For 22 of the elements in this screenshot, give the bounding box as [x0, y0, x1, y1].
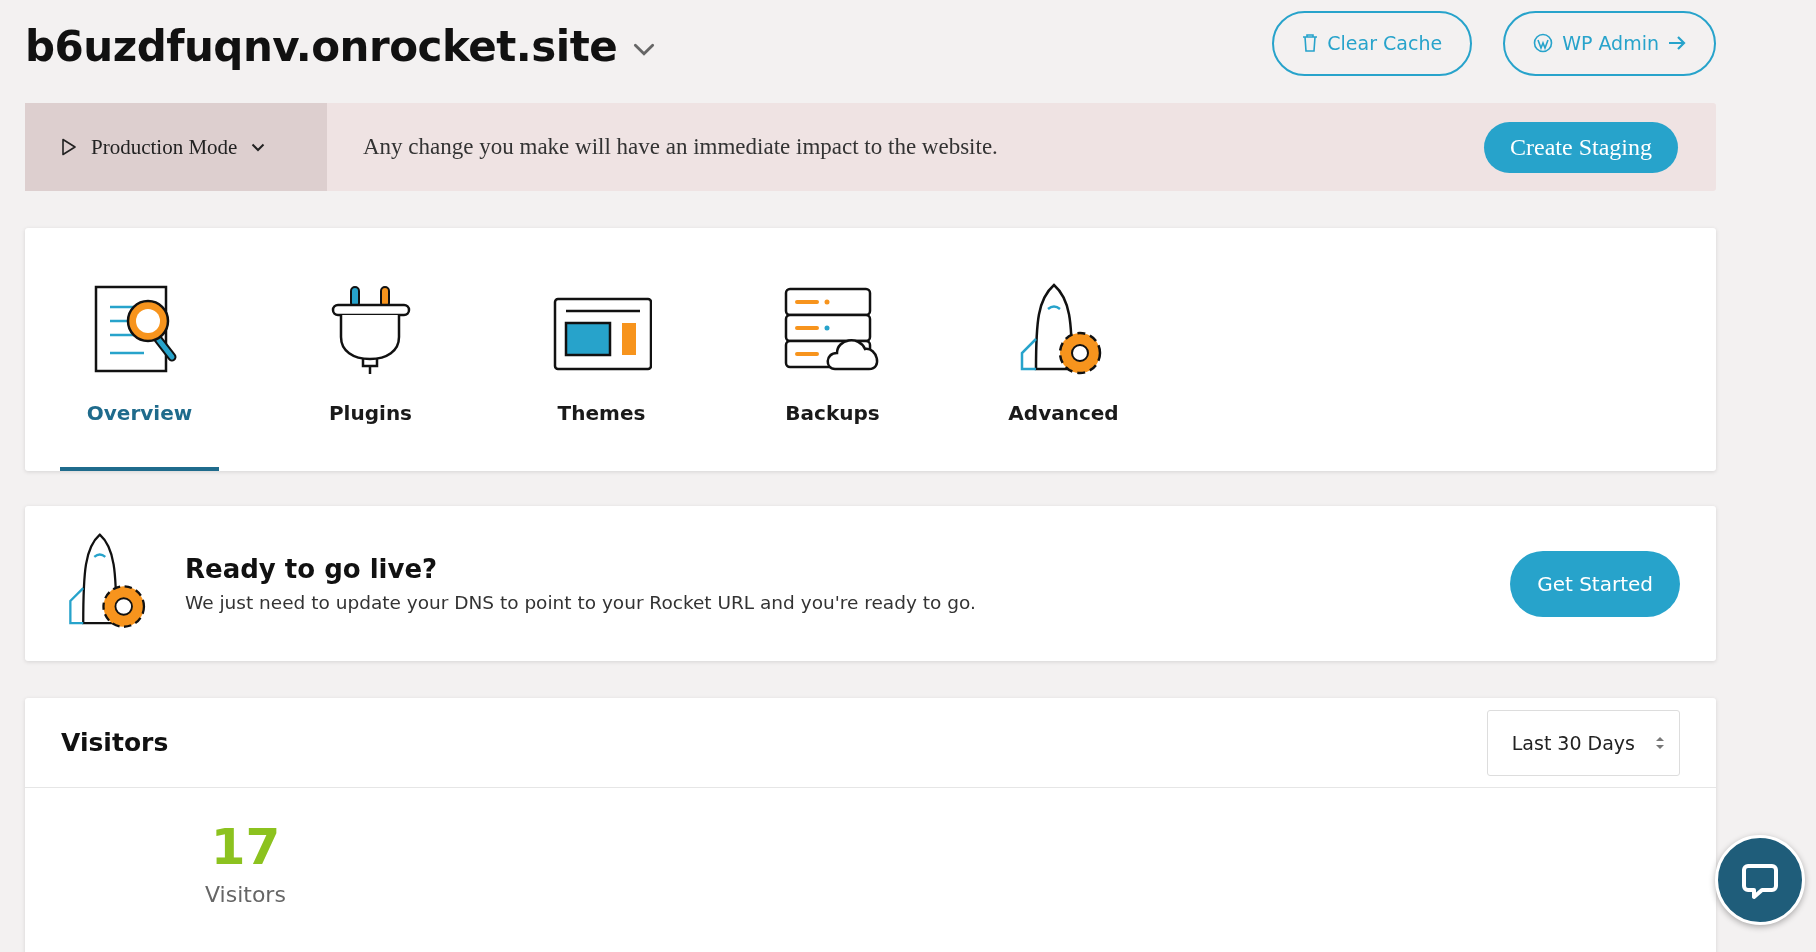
chevron-down-icon: [251, 142, 266, 152]
visitor-count-label: Visitors: [205, 882, 286, 907]
mode-dropdown[interactable]: Production Mode: [25, 103, 327, 191]
go-live-description: We just need to update your DNS to point to your Rocket URL and you're ready to go.: [185, 592, 977, 613]
visitors-title: Visitors: [61, 728, 169, 757]
go-live-title: Ready to go live?: [185, 554, 439, 584]
mode-message: Any change you make will have an immediate impact to the website.: [363, 134, 999, 160]
wordpress-icon: [1533, 33, 1554, 53]
visitor-count: 17: [210, 818, 281, 876]
nav-tab[interactable]: Plugins: [291, 228, 450, 471]
play-icon: [61, 138, 77, 156]
nav-tab[interactable]: Themes: [522, 228, 681, 471]
date-range-select[interactable]: Last 30 Days: [1486, 709, 1680, 776]
nav-tab[interactable]: Advanced: [984, 228, 1143, 471]
chat-button[interactable]: [1715, 835, 1805, 925]
nav-tab[interactable]: Overview: [60, 228, 219, 471]
nav-tab[interactable]: Backups: [753, 228, 912, 471]
trash-icon: [1302, 33, 1319, 53]
arrow-right-icon: [1668, 36, 1686, 50]
sort-arrows-icon: [1655, 734, 1665, 751]
site-domain: b6uzdfuqnv.onrocket.site: [25, 21, 618, 71]
chevron-down-icon[interactable]: [633, 42, 656, 56]
